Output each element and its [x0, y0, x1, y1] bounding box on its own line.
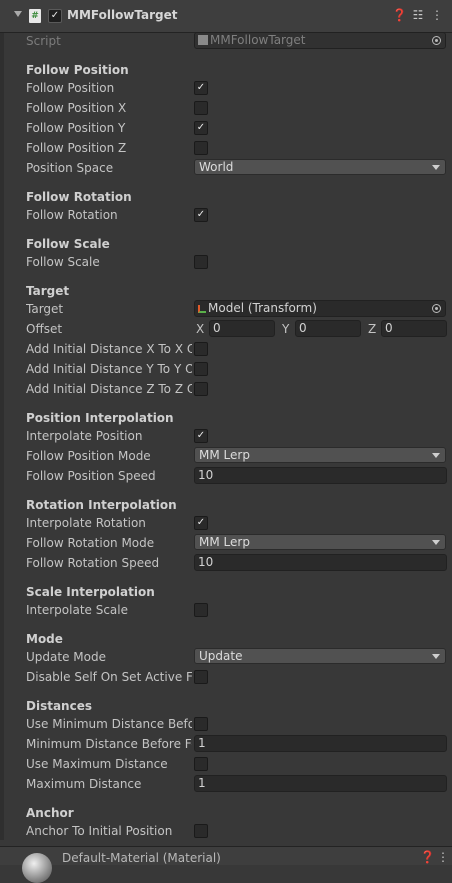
- follow-rotation-mode-label: Follow Rotation Mode: [26, 536, 155, 550]
- interpolate-scale-label: Interpolate Scale: [26, 603, 128, 617]
- anchor-initial-position-checkbox[interactable]: [194, 824, 208, 838]
- use-minimum-distance-checkbox[interactable]: [194, 717, 208, 731]
- follow-position-mode-dropdown[interactable]: MM Lerp: [194, 447, 446, 463]
- more-options-icon[interactable]: ⋮: [430, 8, 444, 22]
- section-follow-scale: Follow Scale: [26, 237, 110, 251]
- object-picker-icon[interactable]: [432, 36, 441, 45]
- script-field[interactable]: MMFollowTarget: [194, 32, 446, 49]
- dropdown-arrow-icon: [432, 540, 440, 545]
- dropdown-arrow-icon: [432, 165, 440, 170]
- disable-self-label: Disable Self On Set Active False: [26, 670, 192, 684]
- add-initial-distance-x-label: Add Initial Distance X To X Offset: [26, 342, 192, 356]
- follow-position-y-label: Follow Position Y: [26, 121, 126, 135]
- target-value: Model (Transform): [208, 301, 317, 315]
- use-minimum-distance-label: Use Minimum Distance Before Follow: [26, 717, 192, 731]
- interpolate-scale-checkbox[interactable]: [194, 603, 208, 617]
- interpolate-position-checkbox[interactable]: ✓: [194, 429, 208, 443]
- disable-self-checkbox[interactable]: [194, 670, 208, 684]
- offset-label: Offset: [26, 322, 63, 336]
- indent-stripe: [0, 33, 4, 840]
- update-mode-value: Update: [199, 649, 243, 663]
- follow-rotation-label: Follow Rotation: [26, 208, 118, 222]
- add-initial-distance-z-label: Add Initial Distance Z To Z Offset: [26, 382, 192, 396]
- position-space-value: World: [199, 160, 234, 174]
- presets-icon[interactable]: ☷: [411, 8, 425, 22]
- material-component-header[interactable]: Default-Material (Material) ❓ ⋮: [0, 846, 452, 883]
- transform-icon: [198, 305, 206, 313]
- script-asset-icon: [198, 35, 208, 45]
- foldout-arrow-icon[interactable]: [14, 11, 22, 17]
- section-anchor: Anchor: [26, 806, 74, 820]
- use-maximum-distance-label: Use Maximum Distance: [26, 757, 168, 771]
- offset-x-axis-label: X: [196, 322, 205, 336]
- section-position-interpolation: Position Interpolation: [26, 411, 174, 425]
- offset-z-field[interactable]: 0: [381, 320, 447, 337]
- material-preview-icon: [22, 853, 52, 883]
- follow-rotation-mode-value: MM Lerp: [199, 535, 250, 549]
- offset-z-axis-label: Z: [368, 322, 377, 336]
- follow-scale-checkbox[interactable]: [194, 255, 208, 269]
- follow-position-speed-field[interactable]: 10: [194, 467, 447, 484]
- interpolate-rotation-label: Interpolate Rotation: [26, 516, 146, 530]
- follow-position-x-label: Follow Position X: [26, 101, 127, 115]
- more-options-icon[interactable]: ⋮: [436, 850, 450, 864]
- section-mode: Mode: [26, 632, 63, 646]
- position-space-label: Position Space: [26, 161, 114, 175]
- target-label: Target: [26, 302, 64, 316]
- object-picker-icon[interactable]: [432, 304, 441, 313]
- component-enabled-checkbox[interactable]: ✓: [48, 9, 62, 23]
- section-follow-position: Follow Position: [26, 63, 129, 77]
- section-distances: Distances: [26, 699, 92, 713]
- follow-position-x-checkbox[interactable]: [194, 101, 208, 115]
- update-mode-label: Update Mode: [26, 650, 106, 664]
- follow-position-z-label: Follow Position Z: [26, 141, 127, 155]
- follow-rotation-checkbox[interactable]: ✓: [194, 208, 208, 222]
- update-mode-dropdown[interactable]: Update: [194, 648, 446, 664]
- maximum-distance-field[interactable]: 1: [194, 775, 447, 792]
- follow-position-mode-label: Follow Position Mode: [26, 449, 151, 463]
- follow-position-y-checkbox[interactable]: ✓: [194, 121, 208, 135]
- follow-rotation-speed-field[interactable]: 10: [194, 554, 447, 571]
- interpolate-position-label: Interpolate Position: [26, 429, 143, 443]
- component-title: MMFollowTarget: [67, 8, 178, 22]
- script-label: Script: [26, 34, 61, 48]
- position-space-dropdown[interactable]: World: [194, 159, 446, 175]
- section-follow-rotation: Follow Rotation: [26, 190, 132, 204]
- follow-rotation-speed-label: Follow Rotation Speed: [26, 556, 160, 570]
- add-initial-distance-y-checkbox[interactable]: [194, 362, 208, 376]
- maximum-distance-label: Maximum Distance: [26, 777, 142, 791]
- dropdown-arrow-icon: [432, 453, 440, 458]
- script-value: MMFollowTarget: [210, 33, 306, 47]
- add-initial-distance-y-label: Add Initial Distance Y To Y Offset: [26, 362, 192, 376]
- offset-y-axis-label: Y: [282, 322, 290, 336]
- minimum-distance-label: Minimum Distance Before Follow: [26, 737, 192, 751]
- component-header: # ✓ MMFollowTarget ❓ ☷ ⋮: [0, 0, 452, 33]
- follow-rotation-mode-dropdown[interactable]: MM Lerp: [194, 534, 446, 550]
- section-target: Target: [26, 284, 70, 298]
- follow-position-label: Follow Position: [26, 81, 115, 95]
- follow-position-speed-label: Follow Position Speed: [26, 469, 156, 483]
- anchor-initial-position-label: Anchor To Initial Position: [26, 824, 173, 838]
- offset-x-field[interactable]: 0: [209, 320, 275, 337]
- help-icon[interactable]: ❓: [420, 850, 435, 864]
- follow-scale-label: Follow Scale: [26, 255, 100, 269]
- minimum-distance-field[interactable]: 1: [194, 735, 447, 752]
- dropdown-arrow-icon: [432, 654, 440, 659]
- script-file-icon: #: [29, 9, 41, 23]
- follow-position-checkbox[interactable]: ✓: [194, 81, 208, 95]
- add-initial-distance-z-checkbox[interactable]: [194, 382, 208, 396]
- material-title: Default-Material (Material): [62, 851, 221, 865]
- use-maximum-distance-checkbox[interactable]: [194, 757, 208, 771]
- target-field[interactable]: Model (Transform): [194, 300, 446, 317]
- offset-y-field[interactable]: 0: [295, 320, 361, 337]
- section-scale-interpolation: Scale Interpolation: [26, 585, 155, 599]
- section-rotation-interpolation: Rotation Interpolation: [26, 498, 177, 512]
- interpolate-rotation-checkbox[interactable]: ✓: [194, 516, 208, 530]
- add-initial-distance-x-checkbox[interactable]: [194, 342, 208, 356]
- follow-position-z-checkbox[interactable]: [194, 141, 208, 155]
- follow-position-mode-value: MM Lerp: [199, 448, 250, 462]
- help-icon[interactable]: ❓: [392, 8, 407, 22]
